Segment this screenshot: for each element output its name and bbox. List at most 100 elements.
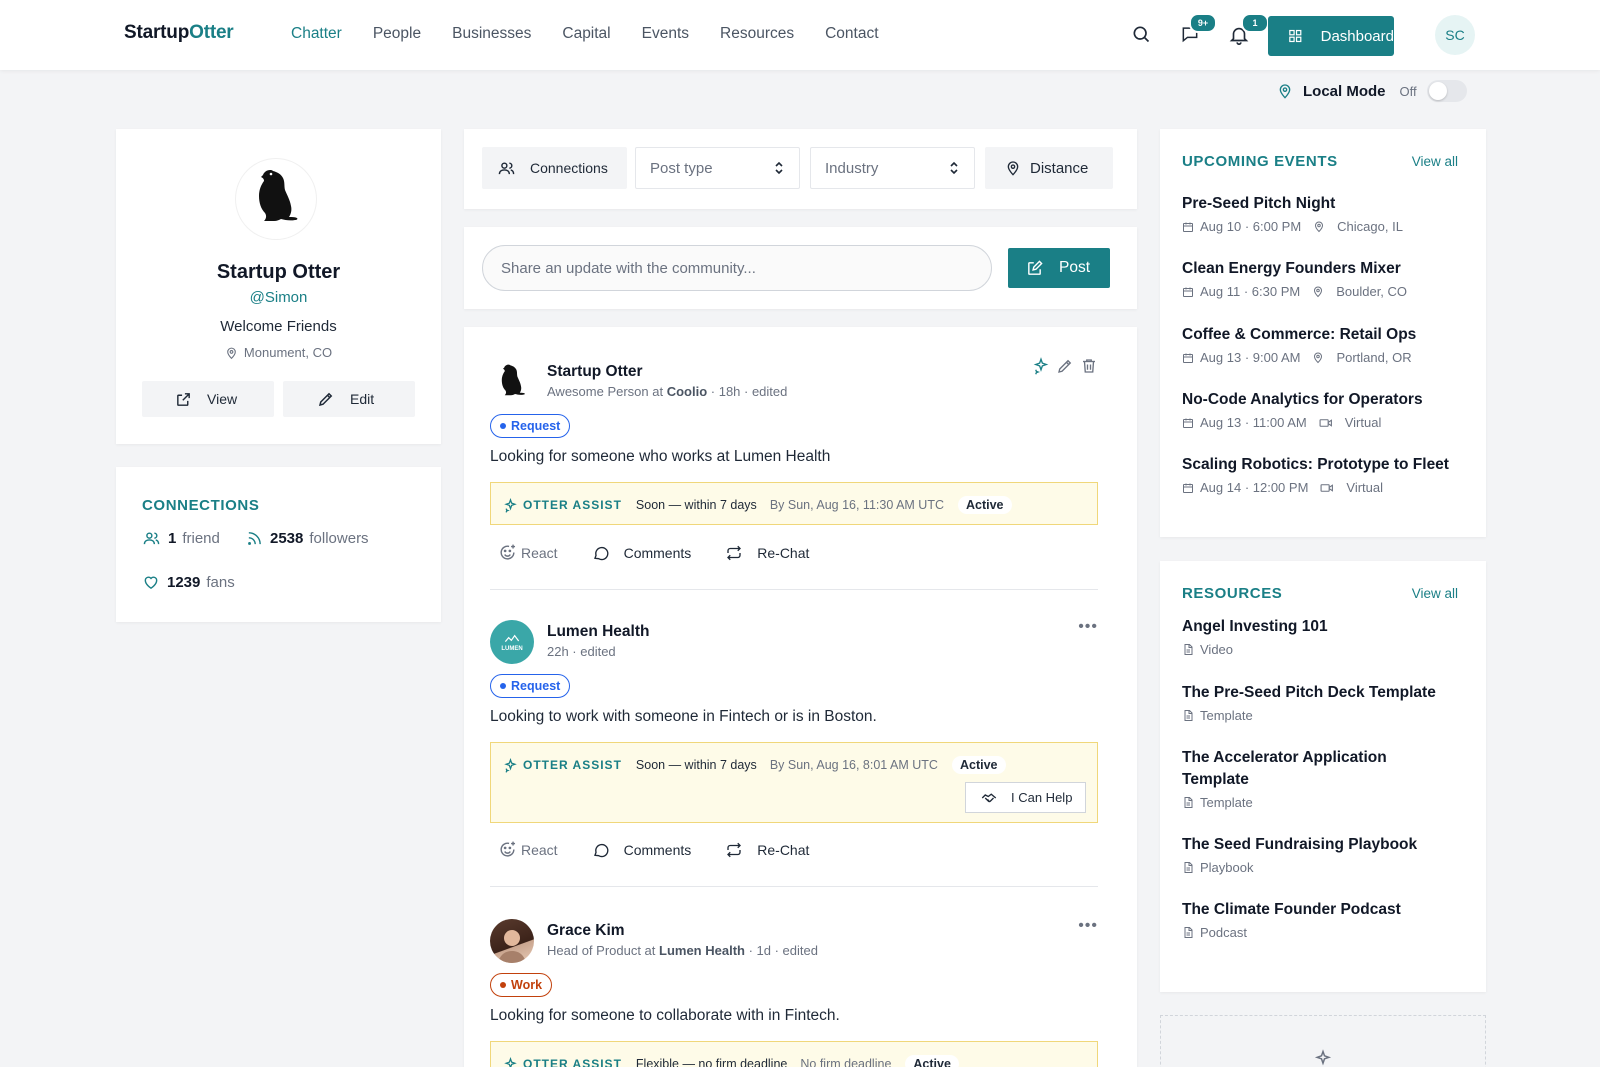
nav-link-contact[interactable]: Contact	[825, 25, 878, 43]
brand-part1: Startup	[124, 22, 190, 43]
user-avatar[interactable]: SC	[1435, 15, 1475, 55]
post-button[interactable]: Post	[1008, 248, 1110, 288]
lumen-logo: LUMEN	[501, 633, 523, 652]
external-link-icon	[177, 392, 190, 406]
nav-link-people[interactable]: People	[373, 25, 421, 43]
local-mode-toggle[interactable]	[1426, 80, 1467, 102]
profile-name: Startup Otter	[216, 261, 341, 283]
react-button[interactable]: React	[498, 543, 558, 562]
friends-stat[interactable]: 1 friend	[142, 530, 220, 547]
industry-label: Industry	[825, 159, 879, 177]
resource-item[interactable]: Angel Investing 101 Video	[1182, 616, 1442, 657]
sparkle-icon	[504, 1056, 517, 1067]
assist-status-badge: Active	[957, 496, 1012, 514]
post-text: Looking for someone to collaborate with …	[490, 1007, 840, 1024]
post-tag: Work	[490, 973, 553, 997]
resource-title[interactable]: The Climate Founder Podcast	[1182, 899, 1442, 921]
rechat-button[interactable]: Re-Chat	[725, 544, 809, 562]
nav-link-resources[interactable]: Resources	[720, 25, 794, 43]
lumen-logo-icon	[504, 634, 520, 642]
event-title[interactable]: No-Code Analytics for Operators	[1182, 391, 1472, 409]
handshake-icon	[981, 792, 997, 802]
comments-button[interactable]: Comments	[592, 841, 691, 859]
event-item[interactable]: Pre-Seed Pitch Night Aug 10 · 6:00 PM Chic…	[1182, 195, 1472, 234]
resource-item[interactable]: The Seed Fundraising Playbook Playbook	[1182, 834, 1442, 875]
resource-type: Video	[1200, 642, 1234, 657]
meta-company[interactable]: Coolio	[667, 384, 707, 399]
event-place: Chicago, IL	[1337, 219, 1403, 234]
meta-role: Awesome Person at	[547, 384, 667, 399]
location-pin-icon	[1314, 286, 1323, 298]
post-author-name[interactable]: Grace Kim	[547, 922, 625, 940]
distance-filter[interactable]: Distance	[985, 147, 1113, 189]
industry-select[interactable]: Industry	[810, 147, 975, 189]
event-item[interactable]: Clean Energy Founders Mixer Aug 11 · 6:30…	[1182, 260, 1472, 299]
sparkle-icon[interactable]	[1032, 357, 1050, 375]
share-update-input[interactable]: Share an update with the community...	[482, 245, 992, 291]
rss-icon	[248, 532, 261, 545]
post-author-name[interactable]: Lumen Health	[547, 623, 649, 641]
resource-title[interactable]: The Accelerator Application Template	[1182, 747, 1442, 791]
event-place-wrap: Virtual	[1319, 415, 1381, 430]
event-title[interactable]: Coffee & Commerce: Retail Ops	[1182, 326, 1472, 344]
edit-profile-button[interactable]: Edit	[283, 381, 415, 417]
post-author-avatar[interactable]: LUMEN	[490, 620, 534, 664]
resources-header: RESOURCES View all	[1182, 585, 1458, 602]
event-item[interactable]: Coffee & Commerce: Retail Ops Aug 13 · 9:…	[1182, 326, 1472, 365]
nav-link-businesses[interactable]: Businesses	[452, 25, 531, 43]
smiley-add-icon	[500, 544, 516, 560]
connections-filter[interactable]: Connections	[482, 147, 627, 189]
resource-item[interactable]: The Pre-Seed Pitch Deck Template Template	[1182, 682, 1442, 723]
resource-item[interactable]: The Accelerator Application Template Temp…	[1182, 747, 1442, 810]
profile-location: Monument, CO	[116, 345, 441, 360]
search-icon[interactable]	[1131, 24, 1153, 46]
assist-status-badge: Active	[951, 756, 1006, 774]
pencil-icon[interactable]	[1056, 357, 1074, 375]
trash-icon[interactable]	[1080, 357, 1098, 375]
resource-meta: Template	[1182, 795, 1442, 810]
profile-avatar[interactable]	[236, 159, 316, 239]
resource-item[interactable]: The Climate Founder Podcast Podcast	[1182, 899, 1442, 940]
post-author-avatar[interactable]	[490, 919, 534, 963]
rechat-button[interactable]: Re-Chat	[725, 841, 809, 859]
comments-button[interactable]: Comments	[592, 544, 691, 562]
resource-title[interactable]: Angel Investing 101	[1182, 616, 1442, 638]
profile-handle[interactable]: @Simon	[116, 289, 441, 306]
react-button[interactable]: React	[498, 840, 558, 859]
meta-company[interactable]: Lumen Health	[659, 943, 745, 958]
more-options-icon[interactable]: •••	[1078, 618, 1098, 636]
event-title[interactable]: Clean Energy Founders Mixer	[1182, 260, 1472, 278]
dashboard-button[interactable]: Dashboard	[1268, 16, 1394, 56]
event-item[interactable]: No-Code Analytics for Operators Aug 13 · …	[1182, 391, 1472, 430]
post-type-select[interactable]: Post type	[635, 147, 800, 189]
view-profile-button[interactable]: View	[142, 381, 274, 417]
document-icon	[1184, 710, 1193, 721]
event-item[interactable]: Scaling Robotics: Prototype to Fleet Aug …	[1182, 456, 1472, 495]
event-meta: Aug 13 · 9:00 AM Portland, OR	[1182, 350, 1472, 365]
post-author-name[interactable]: Startup Otter	[547, 363, 643, 381]
events-view-all-link[interactable]: View all	[1412, 154, 1458, 169]
more-options-icon[interactable]: •••	[1078, 917, 1098, 935]
post-author-avatar[interactable]	[490, 360, 534, 404]
event-place-wrap: Chicago, IL	[1313, 219, 1403, 234]
nav-link-capital[interactable]: Capital	[562, 25, 610, 43]
comment-icon	[593, 546, 608, 560]
resource-title[interactable]: The Pre-Seed Pitch Deck Template	[1182, 682, 1442, 704]
calendar-icon	[1183, 222, 1193, 232]
fans-stat[interactable]: 1239 fans	[142, 574, 235, 591]
event-title[interactable]: Scaling Robotics: Prototype to Fleet	[1182, 456, 1472, 474]
resources-view-all-link[interactable]: View all	[1412, 586, 1458, 601]
event-title[interactable]: Pre-Seed Pitch Night	[1182, 195, 1472, 213]
i-can-help-button[interactable]: I Can Help	[965, 782, 1086, 813]
nav-link-events[interactable]: Events	[642, 25, 689, 43]
nav-link-chatter[interactable]: Chatter	[291, 25, 342, 43]
resource-title[interactable]: The Seed Fundraising Playbook	[1182, 834, 1442, 856]
brand-logo[interactable]: StartupOtter	[124, 22, 234, 44]
grid-icon	[1289, 29, 1302, 43]
calendar-icon	[1183, 418, 1193, 428]
event-place: Portland, OR	[1336, 350, 1412, 365]
event-meta: Aug 10 · 6:00 PM Chicago, IL	[1182, 219, 1472, 234]
followers-stat[interactable]: 2538 followers	[246, 530, 369, 547]
heart-icon	[144, 576, 158, 590]
otter-assist-panel: OTTER ASSIST Soon — within 7 days By Sun…	[490, 482, 1098, 525]
